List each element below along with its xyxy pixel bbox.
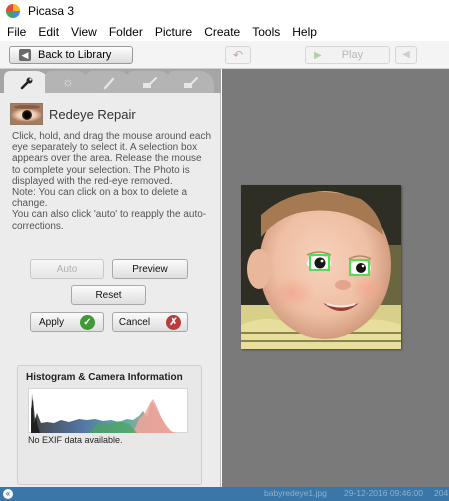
tool-title: Redeye Repair bbox=[49, 106, 136, 122]
photo-viewer bbox=[222, 69, 449, 487]
edit-tabs: ☼ bbox=[0, 69, 221, 93]
effects-brush-2-icon bbox=[183, 74, 199, 89]
toolbar: ◀ Back to Library ↶ ▶ Play ◀ bbox=[0, 41, 449, 69]
reset-button-label: Reset bbox=[95, 289, 122, 301]
menu-picture[interactable]: Picture bbox=[149, 25, 198, 39]
back-to-library-label: Back to Library bbox=[38, 49, 112, 61]
picasa-logo-icon bbox=[6, 4, 20, 18]
menu-help[interactable]: Help bbox=[286, 25, 323, 39]
instruction-auto: You can also click 'auto' to reapply the… bbox=[12, 209, 207, 232]
play-icon: ▶ bbox=[314, 49, 322, 61]
menu-tools[interactable]: Tools bbox=[246, 25, 286, 39]
histogram-panel: Histogram & Camera Information No EXIF d… bbox=[17, 365, 202, 485]
tool-instructions: Click, hold, and drag the mouse around e… bbox=[12, 131, 212, 232]
exif-status: No EXIF data available. bbox=[28, 435, 123, 445]
histogram-chart bbox=[28, 388, 188, 433]
tab-basic-fixes[interactable] bbox=[4, 71, 50, 93]
menu-bar: File Edit View Folder Picture Create Too… bbox=[0, 22, 449, 41]
back-to-library-button[interactable]: ◀ Back to Library bbox=[9, 46, 133, 64]
play-button[interactable]: ▶ Play bbox=[305, 46, 390, 64]
tool-header: Redeye Repair bbox=[10, 102, 215, 126]
back-arrow-icon: ◀ bbox=[19, 49, 31, 61]
redeye-selection-box-left[interactable] bbox=[309, 254, 330, 271]
status-size: 204 bbox=[434, 488, 449, 498]
title-bar: Picasa 3 bbox=[0, 0, 449, 22]
preview-button[interactable]: Preview bbox=[112, 259, 188, 279]
instruction-text: Click, hold, and drag the mouse around e… bbox=[12, 131, 212, 187]
cancel-x-icon: ✗ bbox=[166, 314, 182, 330]
menu-file[interactable]: File bbox=[0, 25, 32, 39]
redeye-selection-box-right[interactable] bbox=[349, 259, 370, 276]
undo-icon: ↶ bbox=[232, 48, 244, 62]
menu-create[interactable]: Create bbox=[198, 25, 246, 39]
menu-view[interactable]: View bbox=[65, 25, 103, 39]
previous-photo-button[interactable]: ◀ bbox=[395, 46, 417, 64]
effects-brush-icon bbox=[142, 74, 158, 89]
brush-icon bbox=[102, 74, 116, 89]
apply-button[interactable]: Apply ✓ bbox=[30, 312, 104, 332]
cancel-button-label: Cancel bbox=[118, 316, 151, 328]
instruction-note: Note: You can click on a box to delete a… bbox=[12, 187, 188, 210]
collapse-panel-icon[interactable]: « bbox=[3, 489, 13, 499]
status-filename: babyredeye1.jpg bbox=[264, 488, 327, 498]
photo-image[interactable] bbox=[241, 185, 401, 349]
wrench-icon bbox=[20, 74, 34, 89]
window-title: Picasa 3 bbox=[28, 4, 75, 18]
status-datetime: 29-12-2016 09:46:00 bbox=[344, 488, 423, 498]
preview-button-label: Preview bbox=[132, 263, 168, 275]
tab-effects-2[interactable] bbox=[127, 71, 173, 93]
redeye-thumbnail bbox=[10, 103, 43, 125]
tab-tuning[interactable]: ☼ bbox=[45, 71, 91, 93]
cancel-button[interactable]: Cancel ✗ bbox=[112, 312, 188, 332]
edit-panel: ☼ Redeye Repair Click, hold, and drag th… bbox=[0, 69, 221, 487]
undo-button[interactable]: ↶ bbox=[225, 46, 251, 64]
menu-edit[interactable]: Edit bbox=[32, 25, 65, 39]
play-label: Play bbox=[341, 49, 364, 61]
histogram-title: Histogram & Camera Information bbox=[26, 372, 183, 383]
auto-button-label: Auto bbox=[56, 263, 78, 275]
tab-effects-3[interactable] bbox=[168, 71, 214, 93]
sun-icon: ☼ bbox=[62, 74, 74, 89]
apply-button-label: Apply bbox=[38, 316, 64, 328]
menu-folder[interactable]: Folder bbox=[103, 25, 149, 39]
checkmark-icon: ✓ bbox=[80, 314, 95, 330]
tab-effects[interactable] bbox=[86, 71, 132, 93]
auto-button[interactable]: Auto bbox=[30, 259, 104, 279]
status-bar: « babyredeye1.jpg 29-12-2016 09:46:00 20… bbox=[0, 487, 449, 501]
reset-button[interactable]: Reset bbox=[71, 285, 146, 305]
previous-arrow-icon: ◀ bbox=[402, 49, 410, 60]
